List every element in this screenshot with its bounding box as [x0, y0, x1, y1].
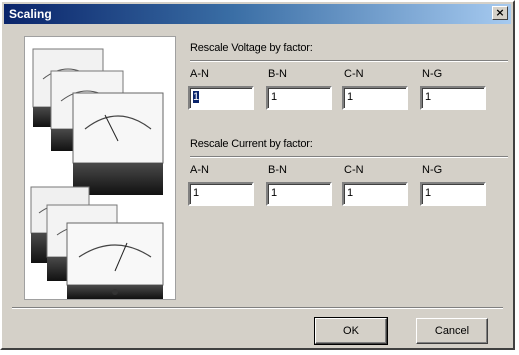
voltage-col-ng: N-G	[422, 68, 443, 80]
window-title: Scaling	[9, 7, 52, 21]
voltage-an-value: 1	[193, 91, 200, 103]
voltage-cn-input[interactable]: 1	[342, 86, 408, 110]
voltage-cn-value: 1	[347, 91, 354, 103]
cancel-button[interactable]: Cancel	[416, 318, 488, 344]
ok-button[interactable]: OK	[314, 317, 388, 345]
voltage-col-cn: C-N	[344, 68, 364, 80]
analog-meters-image	[24, 36, 176, 300]
current-col-an: A-N	[190, 164, 209, 176]
current-separator	[190, 156, 508, 158]
close-icon: ×	[495, 6, 505, 19]
current-cn-value: 1	[347, 187, 354, 199]
meter-bottom-3	[66, 222, 164, 299]
current-ng-input[interactable]: 1	[420, 182, 486, 206]
scaling-dialog: Scaling × Rescale Voltage by factor: A-N…	[0, 0, 515, 350]
current-col-ng: N-G	[422, 164, 443, 176]
title-bar[interactable]: Scaling ×	[4, 4, 511, 24]
voltage-separator	[190, 60, 508, 62]
voltage-ng-value: 1	[425, 91, 432, 103]
current-cn-input[interactable]: 1	[342, 182, 408, 206]
voltage-col-bn: B-N	[268, 68, 287, 80]
current-col-bn: B-N	[268, 164, 287, 176]
current-col-cn: C-N	[344, 164, 364, 176]
current-ng-value: 1	[425, 187, 432, 199]
meters-illustration	[30, 48, 164, 299]
voltage-bn-input[interactable]: 1	[266, 86, 332, 110]
voltage-group-label: Rescale Voltage by factor:	[190, 42, 313, 54]
current-group-label: Rescale Current by factor:	[190, 138, 313, 150]
voltage-bn-value: 1	[271, 91, 278, 103]
voltage-an-input[interactable]: 1	[188, 86, 254, 110]
current-an-input[interactable]: 1	[188, 182, 254, 206]
voltage-ng-input[interactable]: 1	[420, 86, 486, 110]
meter-top-3	[72, 92, 164, 195]
voltage-col-an: A-N	[190, 68, 209, 80]
bottom-separator	[12, 307, 503, 309]
current-bn-value: 1	[271, 187, 278, 199]
current-bn-input[interactable]: 1	[266, 182, 332, 206]
close-button[interactable]: ×	[492, 6, 508, 20]
current-an-value: 1	[193, 187, 200, 199]
